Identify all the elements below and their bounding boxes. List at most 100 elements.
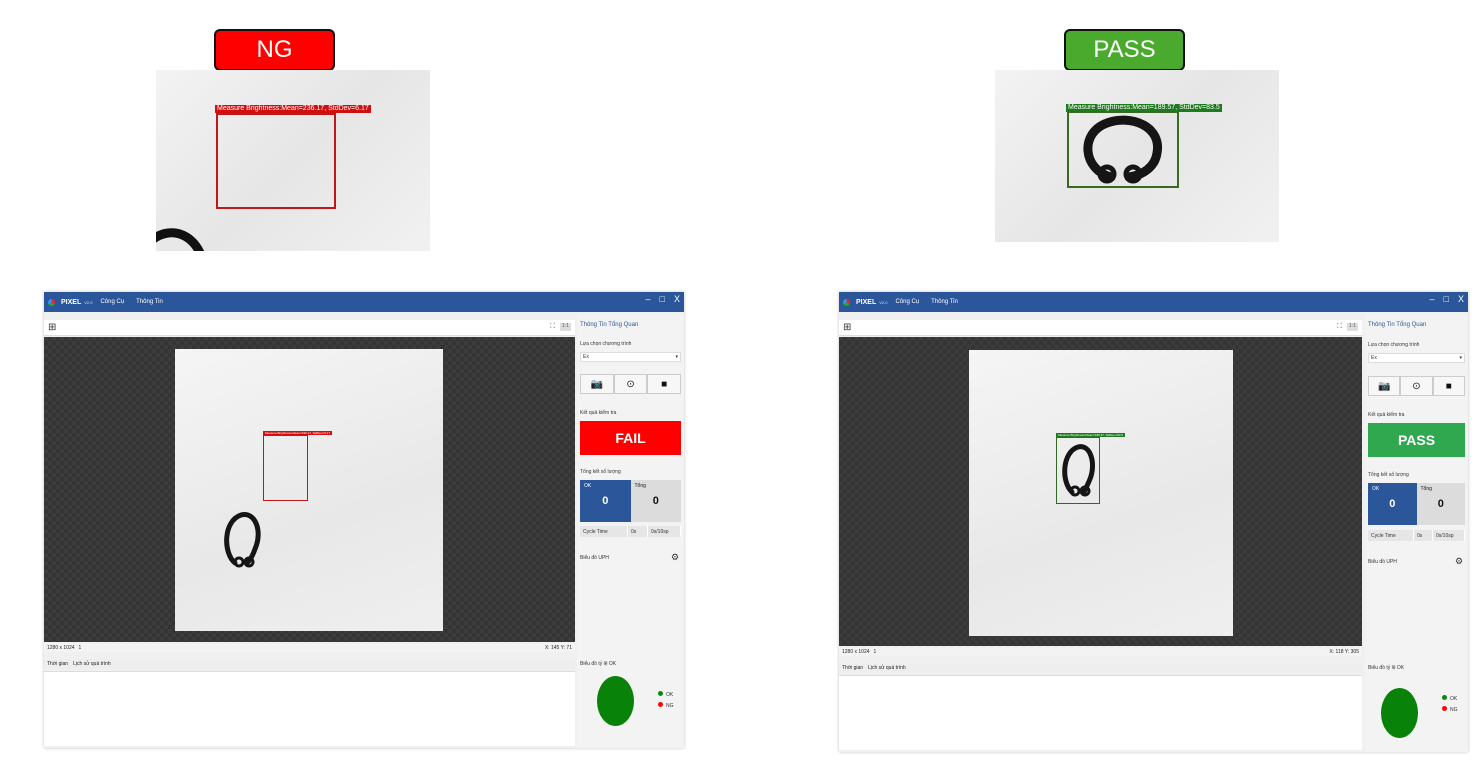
maximize-button[interactable]: □	[660, 294, 665, 304]
cycle-time-bar: Cycle Time 0s 0s/10sp	[580, 526, 681, 537]
fullscreen-icon[interactable]: ⛶	[1337, 323, 1342, 331]
menu-cong-cu[interactable]: Công Cụ	[895, 299, 919, 305]
ng-result-tag: NG	[214, 29, 335, 71]
log-tabs: Thời gian Lịch sử quá trình	[839, 663, 1362, 673]
app-window-pass: PIXEL V2.0 Công Cụ Thông Tin – □ X ⊞ ⛶ 1…	[839, 292, 1468, 752]
camera-index: 1	[78, 644, 82, 651]
resolution-text: 1280 x 1024	[842, 648, 870, 655]
ok-ratio-label: Biểu đồ tỷ lệ OK	[580, 661, 617, 667]
menu-cong-cu[interactable]: Công Cụ	[100, 299, 124, 305]
side-panel: Thông Tin Tổng Quan Lựa chọn chương trìn…	[577, 314, 684, 748]
log-tabs: Thời gian Lịch sử quá trình	[44, 659, 575, 669]
count-summary: OK 0 Tổng 0	[1368, 483, 1465, 525]
app-logo-icon	[843, 298, 850, 306]
tab-history[interactable]: Lịch sử quá trình	[868, 665, 906, 671]
image-canvas[interactable]: Measure Brightness:Mean=236.17, StdDev=6…	[44, 337, 575, 642]
image-canvas[interactable]: Measure Brightness:Mean=189.57, StdDev=8…	[839, 337, 1362, 646]
result-label: Kết quả kiểm tra	[580, 410, 617, 416]
total-count-value: 0	[652, 495, 659, 507]
pass-result-tag: PASS	[1064, 29, 1185, 71]
camera-image: Measure Brightness:Mean=189.57, StdDev=8…	[969, 350, 1233, 636]
viewer-toolbar: ⊞ ⛶ 1:1	[44, 320, 575, 336]
app-brand: PIXEL	[856, 298, 877, 306]
retaining-ring-shape	[1062, 444, 1095, 497]
cursor-coords: X: 118 Y: 305	[1329, 648, 1359, 655]
tab-time[interactable]: Thời gian	[47, 661, 68, 667]
program-label: Lựa chọn chương trình	[1368, 342, 1420, 348]
pie-legend: OK NG	[658, 690, 674, 712]
app-version: V2.0	[879, 299, 888, 305]
result-banner: FAIL	[580, 421, 681, 455]
control-buttons: 📷 ⊙ ■	[580, 374, 682, 394]
run-button[interactable]: ⊙	[613, 374, 648, 394]
title-bar: PIXEL V2.0 Công Cụ Thông Tin – □ X	[839, 292, 1468, 312]
program-label: Lựa chọn chương trình	[580, 341, 632, 347]
comparison-slide: NG PASS Measure Brightness:Mean=236.17, …	[0, 0, 1476, 770]
ok-count-value: 0	[602, 495, 609, 507]
zoom-1to1-button[interactable]: 1:1	[560, 323, 571, 331]
pie-legend: OK NG	[1442, 694, 1458, 716]
cycle-time-label: Cycle Time	[580, 526, 628, 537]
camera-index: 1	[873, 648, 877, 655]
pass-crop-image: Measure Brightness:Mean=189.57, StdDev=8…	[995, 70, 1279, 242]
panel-title: Thông Tin Tổng Quan	[580, 322, 639, 328]
ng-crop-image: Measure Brightness:Mean=236.17, StdDev=6…	[156, 70, 430, 251]
cycle-time-label: Cycle Time	[1368, 530, 1414, 541]
app-version: V2.0	[84, 299, 93, 305]
ok-count-label: OK	[584, 483, 592, 489]
panel-title: Thông Tin Tổng Quan	[1368, 322, 1427, 328]
run-button[interactable]: ⊙	[1400, 376, 1433, 396]
camera-image: Measure Brightness:Mean=236.17, StdDev=6…	[175, 349, 443, 631]
minimize-button[interactable]: –	[1430, 294, 1435, 304]
ok-ratio-pie	[1381, 688, 1418, 738]
chart-settings-icon[interactable]: ⚙	[671, 552, 679, 563]
cycle-time-value: 0s	[628, 526, 648, 537]
close-button[interactable]: X	[674, 294, 680, 304]
uph-chart-label: Biểu đồ UPH	[580, 555, 609, 561]
status-bar: 1280 x 1024 1 X: 118 Y: 305	[839, 647, 1362, 656]
result-label: Kết quả kiểm tra	[1368, 412, 1405, 418]
legend-ok-dot	[1442, 695, 1447, 700]
program-select[interactable]: Ex ▾	[580, 352, 681, 362]
total-count-value: 0	[1437, 498, 1444, 510]
app-logo-icon	[48, 298, 55, 306]
summary-label: Tổng kết số lượng	[580, 469, 621, 475]
fullscreen-icon[interactable]: ⛶	[550, 323, 555, 331]
tab-time[interactable]: Thời gian	[842, 665, 863, 671]
log-pane[interactable]	[44, 671, 575, 746]
ng-roi-box	[216, 113, 336, 209]
close-button[interactable]: X	[1458, 294, 1464, 304]
stop-button[interactable]: ■	[647, 374, 682, 394]
cycle-rate-value: 0s/10sp	[648, 526, 681, 537]
legend-ng-label: NG	[1450, 707, 1458, 713]
legend-ok-dot	[658, 691, 663, 696]
program-select[interactable]: Ex ▾	[1368, 353, 1465, 363]
legend-ng-dot	[658, 702, 663, 707]
stop-button[interactable]: ■	[1432, 376, 1465, 396]
roi-box	[263, 435, 308, 501]
cursor-coords: X: 145 Y: 71	[544, 644, 572, 651]
cycle-rate-value: 0s/10sp	[1433, 530, 1465, 541]
side-panel: Thông Tin Tổng Quan Lựa chọn chương trìn…	[1365, 314, 1468, 752]
zoom-1to1-button[interactable]: 1:1	[1347, 323, 1358, 331]
add-icon[interactable]: ⊞	[48, 323, 56, 333]
log-pane[interactable]	[839, 675, 1362, 750]
partial-ring-shape	[156, 228, 204, 251]
maximize-button[interactable]: □	[1444, 294, 1449, 304]
legend-ok-label: OK	[1450, 696, 1458, 702]
menu-thong-tin[interactable]: Thông Tin	[136, 299, 163, 305]
status-bar: 1280 x 1024 1 X: 145 Y: 71	[44, 643, 575, 652]
tab-history[interactable]: Lịch sử quá trình	[73, 661, 111, 667]
app-brand: PIXEL	[61, 298, 82, 306]
chart-settings-icon[interactable]: ⚙	[1455, 556, 1463, 567]
capture-button[interactable]: 📷	[580, 374, 614, 394]
total-count-label: Tổng	[1420, 486, 1432, 492]
capture-button[interactable]: 📷	[1368, 376, 1401, 396]
add-icon[interactable]: ⊞	[843, 323, 851, 333]
menu-thong-tin[interactable]: Thông Tin	[931, 299, 958, 305]
control-buttons: 📷 ⊙ ■	[1368, 376, 1465, 396]
minimize-button[interactable]: –	[646, 294, 651, 304]
ok-ratio-label: Biểu đồ tỷ lệ OK	[1368, 665, 1405, 671]
ok-count-label: OK	[1372, 486, 1380, 492]
total-count-label: Tổng	[634, 483, 646, 489]
